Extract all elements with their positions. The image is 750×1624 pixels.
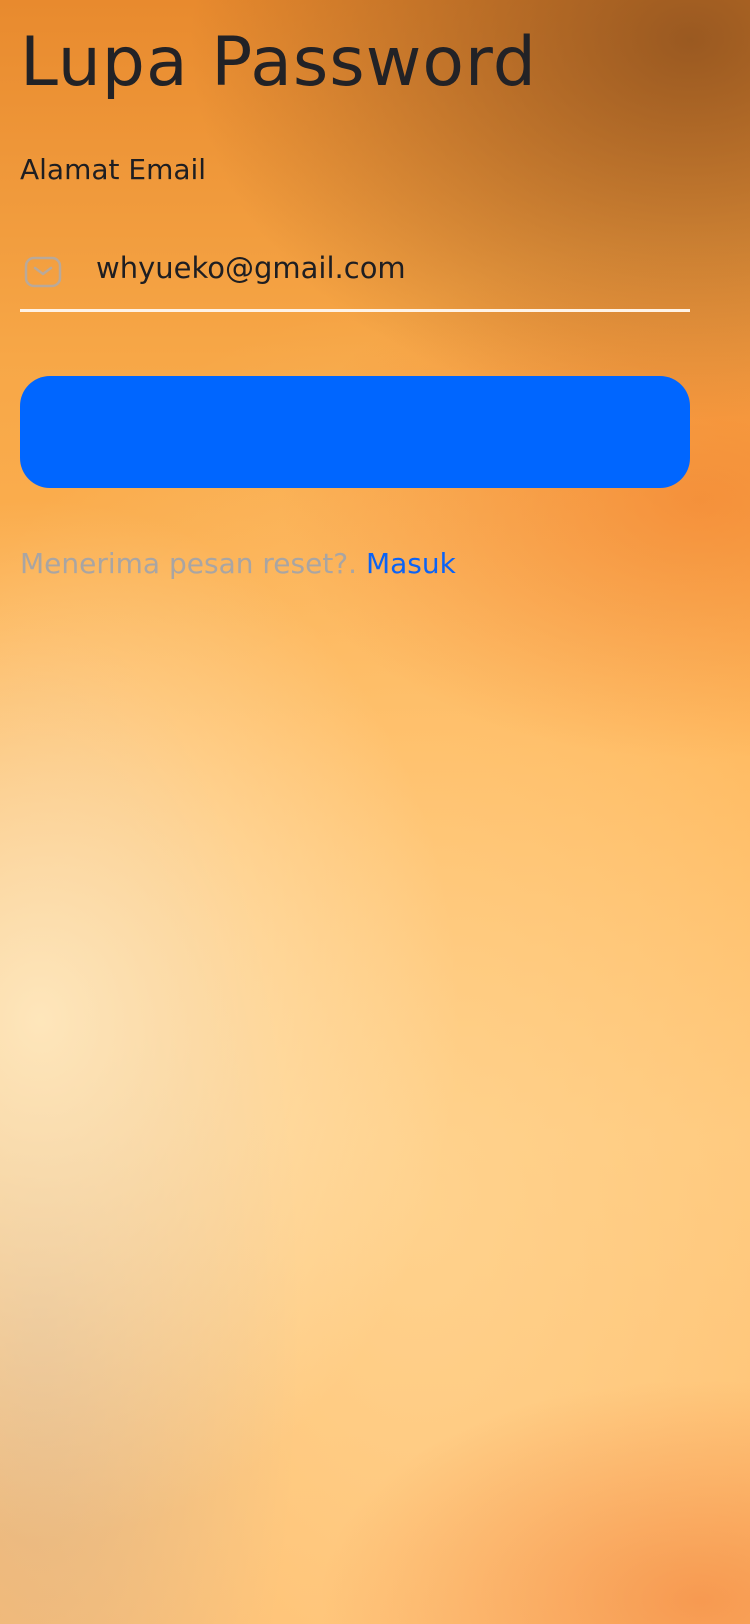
email-label: Alamat Email [20,153,207,186]
email-field-row [20,236,690,312]
forgot-password-screen: Lupa Password Alamat Email Menerima pesa… [0,0,750,1624]
login-prompt-text: Menerima pesan reset?. [20,547,366,580]
mail-icon [24,256,62,288]
send-reset-button[interactable] [20,376,690,488]
email-input[interactable] [96,240,676,296]
page-title: Lupa Password [20,23,537,102]
login-prompt: Menerima pesan reset?. Masuk [20,544,456,584]
login-link[interactable]: Masuk [366,547,456,580]
